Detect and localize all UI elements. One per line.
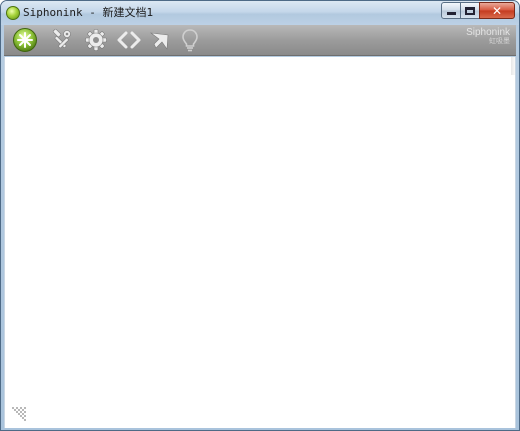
hint-button[interactable] xyxy=(177,27,203,53)
app-icon[interactable] xyxy=(6,6,20,20)
app-menu-icon xyxy=(13,28,37,52)
scrollbar[interactable] xyxy=(511,57,515,75)
brand-subtitle: 虹吸墨 xyxy=(489,38,510,45)
pointer-arrow-icon xyxy=(149,32,169,50)
document-editor[interactable] xyxy=(4,57,516,428)
tools-icon xyxy=(52,28,71,49)
tools-button[interactable] xyxy=(49,27,75,53)
brand-name: Siphonink xyxy=(466,27,510,38)
code-view-button[interactable] xyxy=(116,27,142,53)
toolbar: Siphonink 虹吸墨 xyxy=(4,25,516,56)
app-window: Siphonink - 新建文档1 ✕ Siphonink 虹吸墨 xyxy=(0,0,520,431)
pointer-tool-button[interactable] xyxy=(147,27,173,53)
code-brackets-icon xyxy=(117,31,141,49)
maximize-button[interactable] xyxy=(460,2,480,19)
brand-logo: Siphonink 虹吸墨 xyxy=(466,27,510,46)
window-title: Siphonink - 新建文档1 xyxy=(23,6,154,19)
minimize-icon xyxy=(446,12,456,15)
close-icon: ✕ xyxy=(491,3,503,18)
app-menu-button[interactable] xyxy=(12,27,38,53)
title-bar[interactable]: Siphonink - 新建文档1 ✕ xyxy=(1,1,519,25)
maximize-icon xyxy=(465,6,475,15)
close-button[interactable]: ✕ xyxy=(479,2,515,19)
minimize-button[interactable] xyxy=(441,2,461,19)
lightbulb-icon xyxy=(182,29,198,52)
settings-button[interactable] xyxy=(83,27,109,53)
resize-grip-icon[interactable] xyxy=(11,406,27,422)
gear-icon xyxy=(85,29,107,51)
